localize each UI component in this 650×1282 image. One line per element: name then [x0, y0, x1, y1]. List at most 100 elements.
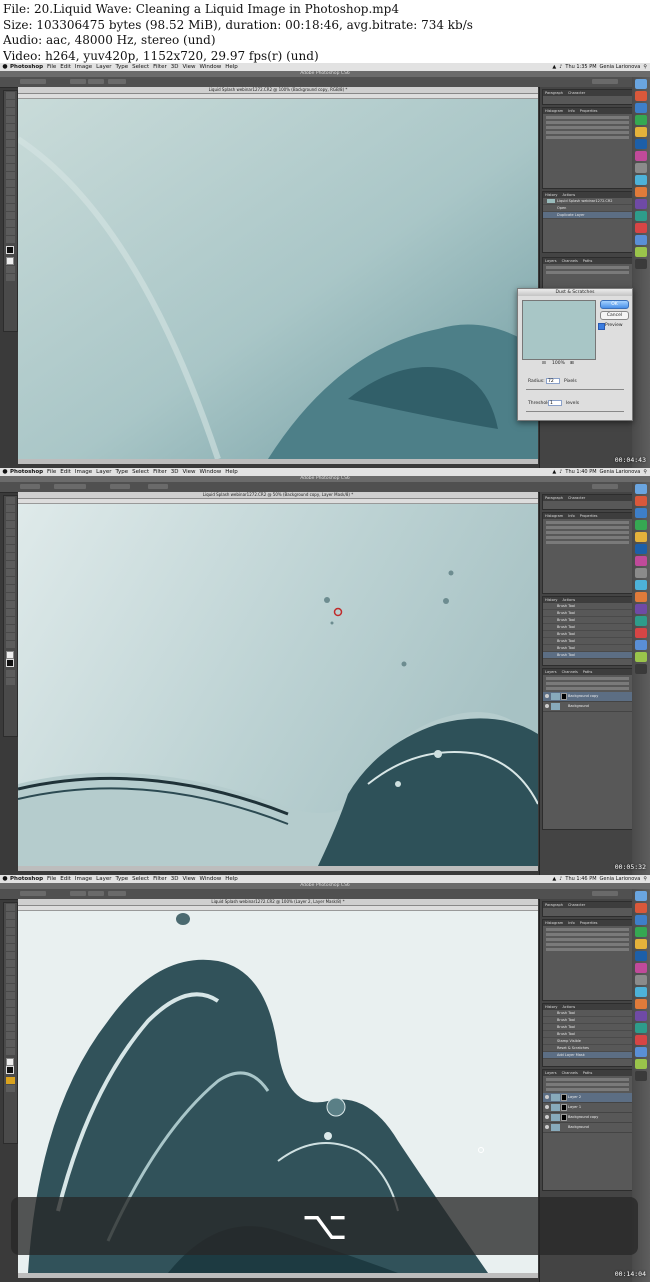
path-select-tool-icon[interactable]: [6, 1024, 15, 1031]
volume-icon[interactable]: ♪: [559, 63, 562, 71]
visibility-eye-icon[interactable]: [545, 1105, 549, 1109]
clone-stamp-tool-icon[interactable]: [6, 156, 15, 163]
lock-row[interactable]: [546, 1088, 629, 1091]
screen-mode-icon[interactable]: [6, 274, 15, 281]
layer-filter-row[interactable]: [546, 266, 629, 269]
tab-paragraph[interactable]: Paragraph: [545, 91, 563, 95]
tab-properties[interactable]: Properties: [580, 514, 598, 518]
background-color-swatch[interactable]: [6, 1066, 14, 1074]
eyedropper-tool-icon[interactable]: [6, 537, 15, 544]
type-tool-icon[interactable]: [6, 609, 15, 616]
clock[interactable]: Thu 1:40 PM: [565, 468, 596, 476]
zoom-tool-icon[interactable]: [6, 641, 15, 648]
radius-slider[interactable]: [526, 389, 624, 390]
history-state[interactable]: Brush Tool: [543, 610, 632, 617]
visibility-eye-icon[interactable]: [545, 694, 549, 698]
menu-file[interactable]: File: [47, 875, 56, 883]
menu-edit[interactable]: Edit: [60, 468, 71, 476]
app-icon[interactable]: [635, 103, 647, 113]
layer-row[interactable]: Background copy: [543, 1113, 632, 1123]
shape-tool-icon[interactable]: [6, 625, 15, 632]
app-icon[interactable]: [635, 199, 647, 209]
lasso-tool-icon[interactable]: [6, 920, 15, 927]
menu-3d[interactable]: 3D: [171, 468, 179, 476]
document-tab[interactable]: Liquid Splash webinar1272.CR2 @ 100% (La…: [18, 899, 538, 906]
quick-mask-icon[interactable]: [6, 1077, 15, 1084]
foreground-color-swatch[interactable]: [6, 1058, 14, 1066]
app-icon[interactable]: [635, 1059, 647, 1069]
clone-stamp-tool-icon[interactable]: [6, 968, 15, 975]
tab-paths[interactable]: Paths: [583, 1071, 593, 1075]
path-select-tool-icon[interactable]: [6, 212, 15, 219]
menu-help[interactable]: Help: [225, 875, 238, 883]
hand-tool-icon[interactable]: [6, 1040, 15, 1047]
spotlight-icon[interactable]: ⚲: [643, 468, 647, 476]
eyedropper-tool-icon[interactable]: [6, 132, 15, 139]
app-icon[interactable]: [635, 151, 647, 161]
spotlight-icon[interactable]: ⚲: [643, 875, 647, 883]
app-icon[interactable]: [635, 163, 647, 173]
tab-character[interactable]: Character: [568, 903, 585, 907]
history-state[interactable]: Brush Tool: [543, 652, 632, 659]
app-icon[interactable]: [635, 508, 647, 518]
brush-preset-picker[interactable]: [20, 484, 40, 489]
apple-icon[interactable]: ●: [0, 875, 10, 883]
tab-history[interactable]: History: [545, 193, 557, 197]
threshold-input[interactable]: 1: [548, 400, 562, 406]
gradient-tool-icon[interactable]: [6, 180, 15, 187]
option-button[interactable]: [70, 891, 86, 896]
workspace-switcher[interactable]: [592, 484, 618, 489]
app-icon[interactable]: [635, 259, 647, 269]
menu-filter[interactable]: Filter: [153, 63, 167, 71]
foreground-color-swatch[interactable]: [6, 651, 14, 659]
menu-view[interactable]: View: [182, 468, 195, 476]
hand-tool-icon[interactable]: [6, 228, 15, 235]
move-tool-icon[interactable]: [6, 904, 15, 911]
tab-histogram[interactable]: Histogram: [545, 109, 563, 113]
option-button[interactable]: [88, 891, 104, 896]
history-brush-tool-icon[interactable]: [6, 569, 15, 576]
menu-filter[interactable]: Filter: [153, 468, 167, 476]
layer-mask-thumbnail[interactable]: [561, 1104, 567, 1111]
user-name[interactable]: Genia Larionova: [600, 63, 641, 71]
document-canvas[interactable]: [18, 504, 538, 866]
volume-icon[interactable]: ♪: [559, 468, 562, 476]
healing-tool-icon[interactable]: [6, 952, 15, 959]
app-icon[interactable]: [635, 628, 647, 638]
dodge-tool-icon[interactable]: [6, 593, 15, 600]
zoom-tool-icon[interactable]: [6, 1048, 15, 1055]
document-tab[interactable]: Liquid Splash webinar1272.CR2 @ 100% (Ba…: [18, 87, 538, 94]
history-state[interactable]: Brush Tool: [543, 1031, 632, 1038]
document-canvas[interactable]: [18, 99, 538, 459]
history-snapshot[interactable]: Liquid Splash webinar1272.CR2: [543, 198, 632, 205]
gradient-tool-icon[interactable]: [6, 585, 15, 592]
menu-image[interactable]: Image: [75, 63, 92, 71]
user-name[interactable]: Genia Larionova: [600, 875, 641, 883]
background-color-swatch[interactable]: [6, 659, 14, 667]
wifi-icon[interactable]: ▲: [552, 468, 556, 476]
app-icon[interactable]: [635, 580, 647, 590]
type-tool-icon[interactable]: [6, 204, 15, 211]
tab-character[interactable]: Character: [568, 91, 585, 95]
quick-select-tool-icon[interactable]: [6, 928, 15, 935]
layer-mask-thumbnail[interactable]: [561, 1094, 567, 1101]
app-icon[interactable]: [635, 915, 647, 925]
app-icon[interactable]: [635, 604, 647, 614]
menu-type[interactable]: Type: [116, 63, 129, 71]
menu-image[interactable]: Image: [75, 468, 92, 476]
tab-history[interactable]: History: [545, 598, 557, 602]
preview-checkbox[interactable]: [598, 323, 605, 330]
clock[interactable]: Thu 1:46 PM: [565, 875, 596, 883]
wifi-icon[interactable]: ▲: [552, 63, 556, 71]
tab-properties[interactable]: Properties: [580, 921, 598, 925]
app-icon[interactable]: [635, 556, 647, 566]
marquee-tool-icon[interactable]: [6, 912, 15, 919]
crop-tool-icon[interactable]: [6, 124, 15, 131]
history-state[interactable]: Brush Tool: [543, 1024, 632, 1031]
layer-row[interactable]: Background: [543, 1123, 632, 1133]
layer-row[interactable]: Layer 1: [543, 1103, 632, 1113]
app-icon[interactable]: [635, 903, 647, 913]
eraser-tool-icon[interactable]: [6, 984, 15, 991]
menu-app[interactable]: Photoshop: [10, 468, 43, 476]
app-icon[interactable]: [635, 187, 647, 197]
